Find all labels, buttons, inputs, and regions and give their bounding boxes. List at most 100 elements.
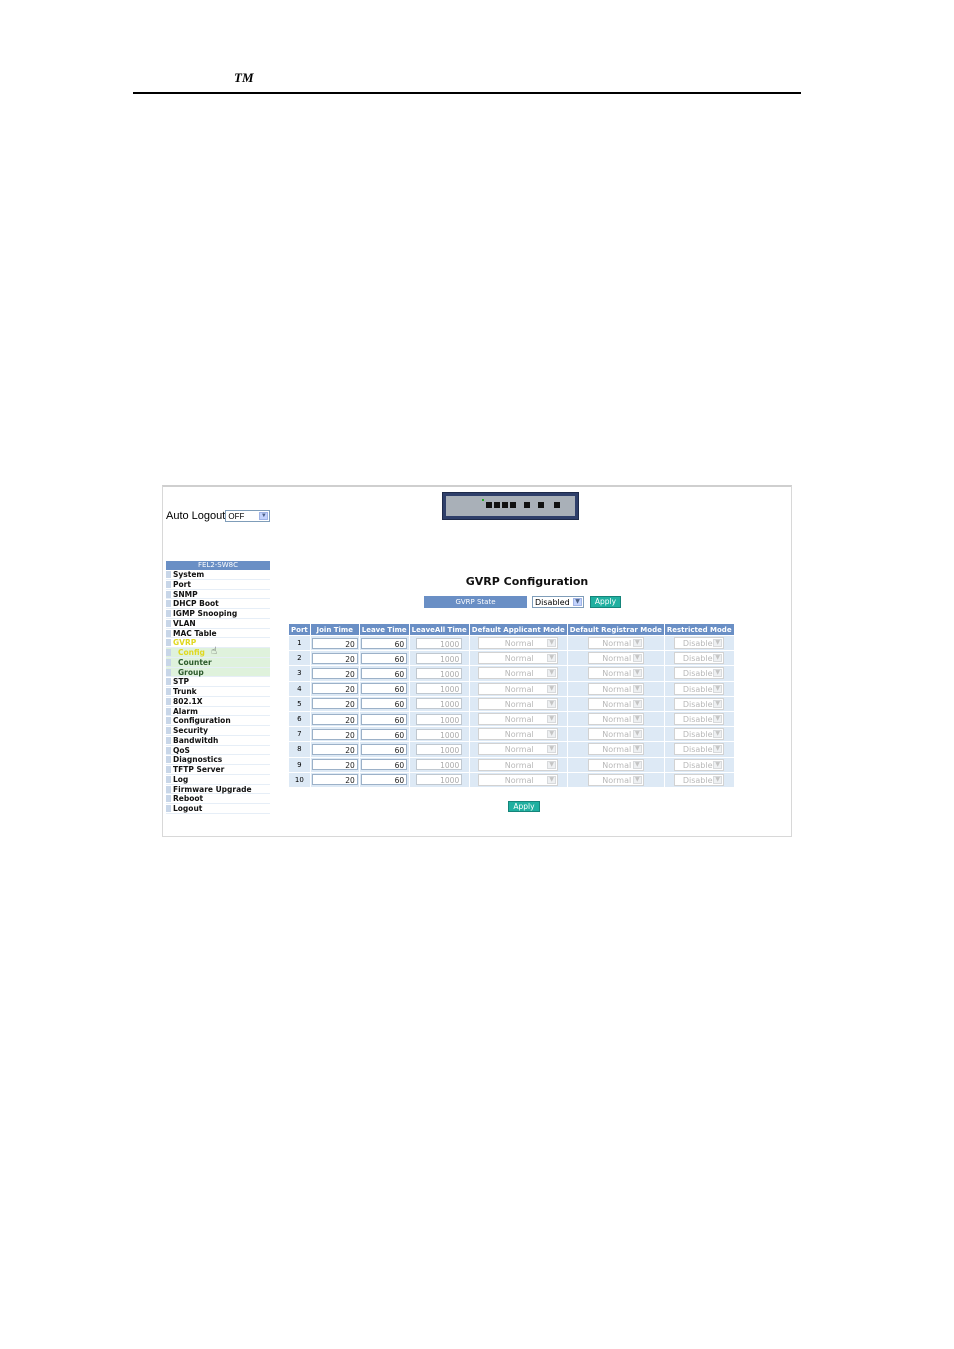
leave-time-input[interactable]: 60 [361, 743, 408, 755]
leaveall-time-input[interactable]: 1000 [416, 713, 463, 725]
chevron-down-icon: ▼ [632, 760, 642, 769]
leaveall-time-input[interactable]: 1000 [416, 637, 463, 649]
restricted-mode-select[interactable]: Disabled ▼ [674, 637, 725, 650]
restricted-mode-select[interactable]: Disabled ▼ [674, 682, 725, 695]
restricted-mode-select[interactable]: Disabled ▼ [674, 713, 725, 726]
join-time-input[interactable]: 20 [311, 652, 358, 664]
leave-time-input[interactable]: 60 [361, 698, 408, 710]
sidebar-item-bandwidth[interactable]: Bandwitdh [166, 735, 270, 746]
sidebar-item-diagnostics[interactable]: Diagnostics [166, 755, 270, 765]
leaveall-time-input[interactable]: 1000 [416, 698, 463, 710]
chevron-down-icon: ▼ [713, 715, 723, 724]
chevron-down-icon: ▼ [547, 684, 557, 693]
join-time-input[interactable]: 20 [311, 759, 358, 771]
restricted-mode-select[interactable]: Disabled ▼ [674, 652, 725, 665]
leaveall-time-input[interactable]: 1000 [416, 774, 463, 786]
registrar-mode-select[interactable]: Normal ▼ [587, 713, 644, 726]
sidebar-item-qos[interactable]: QoS [166, 745, 270, 756]
sidebar-subitem-counter[interactable]: Counter [166, 657, 270, 668]
restricted-mode-select[interactable]: Disabled ▼ [674, 758, 725, 771]
registrar-mode-select[interactable]: Normal ▼ [587, 773, 644, 786]
join-time-input[interactable]: 20 [311, 713, 358, 725]
leave-time-input[interactable]: 60 [361, 759, 408, 771]
sidebar-item-alarm[interactable]: Alarm [166, 706, 270, 717]
registrar-mode-select[interactable]: Normal ▼ [587, 652, 644, 665]
sidebar-item-vlan[interactable]: VLAN [166, 618, 270, 629]
restricted-mode-select[interactable]: Disabled ▼ [674, 667, 725, 680]
auto-logout-select[interactable]: OFF ▼ [225, 510, 271, 523]
applicant-mode-select[interactable]: Normal ▼ [478, 667, 559, 680]
sidebar-item-reboot[interactable]: Reboot [166, 794, 270, 804]
apply-state-button[interactable]: Apply [590, 596, 621, 608]
sidebar-item-snmp[interactable]: SNMP [166, 589, 270, 600]
chevron-down-icon: ▼ [259, 512, 269, 521]
applicant-mode-select[interactable]: Normal ▼ [478, 713, 559, 726]
registrar-mode-select[interactable]: Normal ▼ [587, 728, 644, 741]
leaveall-time-input[interactable]: 1000 [416, 667, 463, 679]
registrar-mode-select[interactable]: Normal ▼ [587, 758, 644, 771]
apply-config-button[interactable]: Apply [508, 801, 540, 812]
sidebar-item-mac-table[interactable]: MAC Table [166, 628, 270, 639]
leave-time-input[interactable]: 60 [361, 774, 408, 786]
join-time-input[interactable]: 20 [311, 698, 358, 710]
leaveall-time-input[interactable]: 1000 [416, 683, 463, 695]
applicant-mode-select[interactable]: Normal ▼ [478, 773, 559, 786]
sidebar-subitem-config[interactable]: Config ☝ [166, 647, 270, 658]
gvrp-state-select[interactable]: Disabled ▼ [532, 596, 584, 608]
sidebar-item-gvrp[interactable]: GVRP [166, 638, 270, 648]
registrar-mode-select[interactable]: Normal ▼ [587, 637, 644, 650]
sidebar-item-igmp-snooping[interactable]: IGMP Snooping [166, 609, 270, 619]
restricted-mode-select[interactable]: Disabled ▼ [674, 743, 725, 756]
leave-time-input[interactable]: 60 [361, 683, 408, 695]
applicant-mode-select[interactable]: Normal ▼ [478, 652, 559, 665]
join-time-input[interactable]: 20 [311, 667, 358, 679]
sidebar-item-tftp-server[interactable]: TFTP Server [166, 765, 270, 775]
applicant-mode-select-value: Normal [504, 684, 534, 694]
restricted-mode-select-value: Disabled [682, 715, 718, 725]
sidebar-item-configuration[interactable]: Configuration [166, 716, 270, 726]
port-jack [510, 502, 516, 508]
restricted-mode-select[interactable]: Disabled ▼ [674, 697, 725, 710]
join-time-input[interactable]: 20 [311, 728, 358, 740]
gvrp-state-label: GVRP State [424, 596, 527, 608]
join-time-input[interactable]: 20 [311, 743, 358, 755]
sidebar-item-firmware-upgrade[interactable]: Firmware Upgrade [166, 784, 270, 795]
leave-time-input[interactable]: 60 [361, 728, 408, 740]
registrar-mode-select[interactable]: Normal ▼ [587, 667, 644, 680]
leave-time-input[interactable]: 60 [361, 637, 408, 649]
restricted-mode-select[interactable]: Disabled ▼ [674, 728, 725, 741]
cell: Normal ▼ [468, 710, 568, 728]
table-body: 1 20 60 1000 Normal ▼ Normal ▼ Disabled ▼ 2 20 60 100… [288, 634, 735, 788]
restricted-mode-select[interactable]: Disabled ▼ [674, 773, 725, 786]
registrar-mode-select[interactable]: Normal ▼ [587, 697, 644, 710]
sidebar-item-security[interactable]: Security [166, 726, 270, 736]
leave-time-input[interactable]: 60 [361, 713, 408, 725]
applicant-mode-select[interactable]: Normal ▼ [478, 637, 559, 650]
applicant-mode-select[interactable]: Normal ▼ [478, 728, 559, 741]
cell: 20 [309, 634, 360, 652]
cell: Disabled ▼ [663, 726, 735, 743]
registrar-mode-select[interactable]: Normal ▼ [587, 743, 644, 756]
applicant-mode-select[interactable]: Normal ▼ [478, 697, 559, 710]
leaveall-time-input[interactable]: 1000 [416, 652, 463, 664]
sidebar-item-8021x[interactable]: 802.1X [166, 696, 270, 707]
sidebar-item-trunk[interactable]: Trunk [166, 687, 270, 697]
applicant-mode-select[interactable]: Normal ▼ [478, 758, 559, 771]
leaveall-time-input[interactable]: 1000 [416, 759, 463, 771]
leave-time-input[interactable]: 60 [361, 667, 408, 679]
leaveall-time-input[interactable]: 1000 [416, 743, 463, 755]
sidebar-item-logout[interactable]: Logout [166, 804, 270, 814]
sidebar-item-dhcp-boot[interactable]: DHCP Boot [166, 599, 270, 609]
join-time-input[interactable]: 20 [311, 683, 358, 695]
join-time-input[interactable]: 20 [311, 637, 358, 649]
join-time-input[interactable]: 20 [311, 774, 358, 786]
registrar-mode-select[interactable]: Normal ▼ [587, 682, 644, 695]
col-leaveall-time: LeaveAll Time [408, 623, 470, 636]
sidebar-item-log[interactable]: Log [166, 774, 270, 785]
applicant-mode-select[interactable]: Normal ▼ [478, 682, 559, 695]
applicant-mode-select[interactable]: Normal ▼ [478, 743, 559, 756]
sidebar-subitem-group[interactable]: Group [166, 667, 270, 678]
leaveall-time-input[interactable]: 1000 [416, 728, 463, 740]
leave-time-input[interactable]: 60 [361, 652, 408, 664]
sidebar-item-stp[interactable]: STP [166, 677, 270, 687]
